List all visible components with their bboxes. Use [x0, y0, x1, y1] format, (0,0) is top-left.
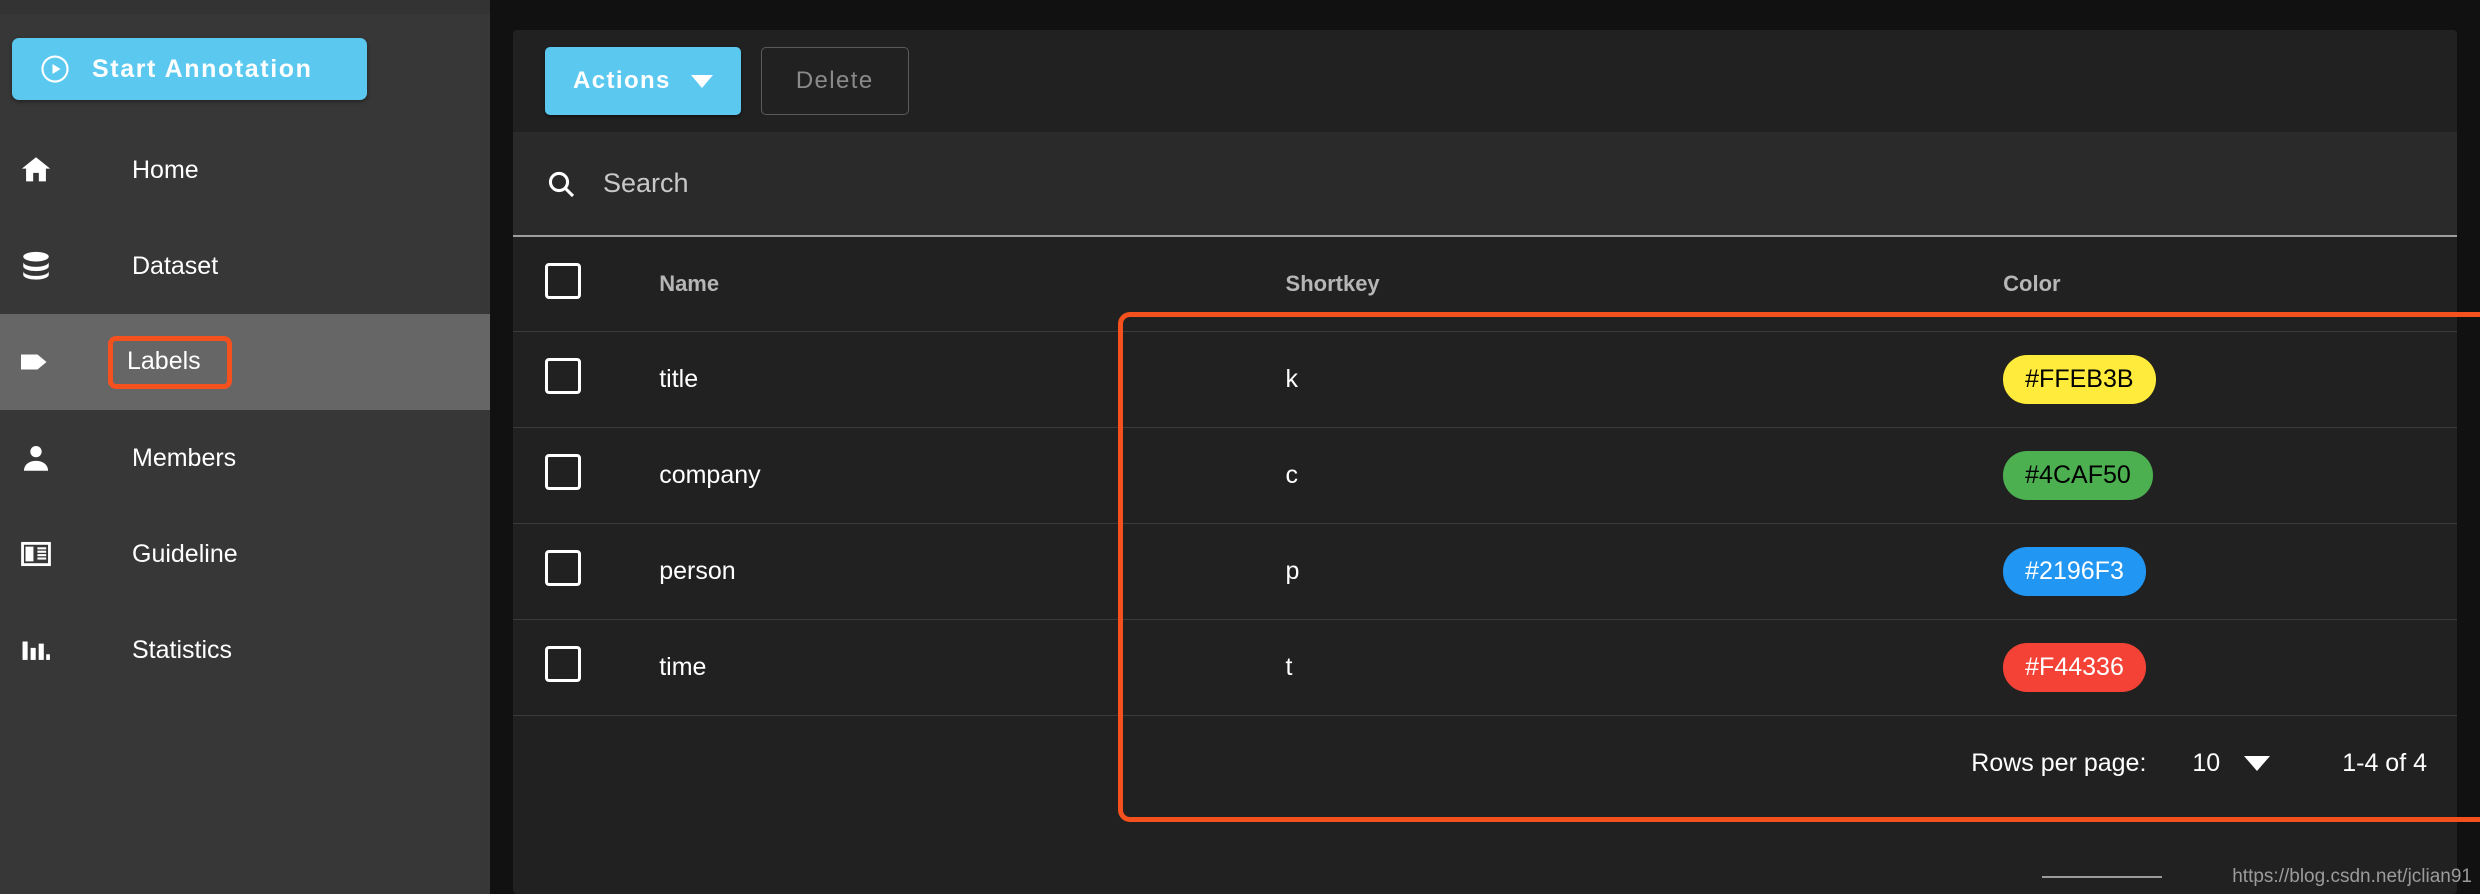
search-bar[interactable] — [513, 132, 2457, 237]
row-checkbox[interactable] — [545, 645, 581, 682]
start-annotation-label: Start Annotation — [92, 54, 313, 83]
table-row[interactable]: title k #FFEB3B — [513, 331, 2457, 428]
cell-color: #4CAF50 — [2003, 427, 2457, 524]
pagination-footer: Rows per page: 10 1-4 of 4 — [513, 716, 2457, 812]
actions-button-label: Actions — [573, 67, 671, 94]
sidebar-item-statistics[interactable]: Statistics — [0, 602, 490, 698]
search-input[interactable] — [603, 168, 1503, 199]
chevron-down-icon — [690, 74, 713, 88]
labels-card: Actions Delete Search Name Shortkey Colo… — [513, 30, 2457, 894]
table-row[interactable]: time t #F44336 — [513, 619, 2457, 716]
actions-button[interactable]: Actions — [545, 47, 741, 115]
delete-button[interactable]: Delete — [760, 47, 909, 115]
sidebar-item-members[interactable]: Members — [0, 410, 490, 506]
labels-table: Name Shortkey Color title k #FFEB3B comp… — [513, 237, 2457, 716]
sidebar-item-label: Statistics — [132, 635, 233, 664]
start-annotation-button[interactable]: Start Annotation — [12, 38, 367, 100]
rows-per-page-label: Rows per page: — [1971, 749, 2147, 777]
cell-color: #F44336 — [2003, 619, 2457, 716]
sidebar-item-label: Labels — [108, 335, 232, 389]
chevron-down-icon[interactable] — [2244, 756, 2271, 771]
cell-color: #2196F3 — [2003, 523, 2457, 620]
table-header-row: Name Shortkey Color — [513, 237, 2457, 332]
sidebar-nav: Home Dataset Labels Members Guideline St… — [0, 122, 490, 698]
tag-icon — [8, 344, 64, 380]
column-header-shortkey[interactable]: Shortkey — [1285, 237, 2004, 332]
play-circle-icon — [40, 54, 70, 84]
select-all-checkbox[interactable] — [545, 262, 581, 299]
row-select-cell — [513, 619, 632, 716]
sidebar: Start Annotation Home Dataset Labels Mem… — [0, 0, 490, 894]
cell-name: title — [631, 331, 1286, 428]
rows-per-page-value[interactable]: 10 — [2192, 749, 2220, 778]
home-icon — [8, 153, 64, 187]
sidebar-item-label: Home — [132, 155, 199, 184]
color-chip[interactable]: #FFEB3B — [2003, 354, 2156, 404]
cell-name: company — [631, 427, 1286, 524]
labels-toolbar: Actions Delete — [513, 30, 2457, 132]
cell-shortkey: c — [1285, 427, 2004, 524]
watermark-strike — [2042, 876, 2162, 878]
color-chip[interactable]: #F44336 — [2003, 642, 2146, 692]
row-select-cell — [513, 331, 632, 428]
cell-name: person — [631, 523, 1286, 620]
select-all-header — [513, 237, 632, 332]
color-chip[interactable]: #4CAF50 — [2003, 450, 2153, 500]
row-checkbox[interactable] — [545, 453, 581, 490]
sidebar-item-label: Guideline — [132, 539, 238, 568]
cell-color: #FFEB3B — [2003, 331, 2457, 428]
app-root: Start Annotation Home Dataset Labels Mem… — [0, 0, 2480, 894]
table-row[interactable]: company c #4CAF50 — [513, 427, 2457, 524]
sidebar-item-labels[interactable]: Labels — [0, 314, 490, 410]
person-icon — [8, 441, 64, 475]
database-icon — [8, 249, 64, 283]
labels-table-body: title k #FFEB3B company c #4CAF50 person… — [513, 331, 2457, 716]
cell-shortkey: k — [1285, 331, 2004, 428]
search-icon — [545, 168, 577, 200]
cell-shortkey: p — [1285, 523, 2004, 620]
sidebar-item-label: Members — [132, 443, 237, 472]
cell-name: time — [631, 619, 1286, 716]
column-header-name[interactable]: Name — [631, 237, 1286, 332]
sidebar-item-dataset[interactable]: Dataset — [0, 218, 490, 314]
sidebar-top-strip — [0, 0, 490, 14]
color-chip[interactable]: #2196F3 — [2003, 546, 2146, 596]
cell-shortkey: t — [1285, 619, 2004, 716]
book-icon — [8, 537, 64, 571]
pagination-range: 1-4 of 4 — [2342, 749, 2427, 777]
sidebar-item-guideline[interactable]: Guideline — [0, 506, 490, 602]
sidebar-item-home[interactable]: Home — [0, 122, 490, 218]
row-select-cell — [513, 523, 632, 620]
labels-table-head: Name Shortkey Color — [513, 237, 2457, 332]
column-header-color[interactable]: Color — [2003, 237, 2457, 332]
bar-chart-icon — [8, 633, 64, 667]
sidebar-item-label: Dataset — [132, 251, 219, 280]
watermark: https://blog.csdn.net/jclian91 — [2232, 866, 2472, 887]
row-checkbox[interactable] — [545, 549, 581, 586]
table-row[interactable]: person p #2196F3 — [513, 523, 2457, 620]
main-content: Actions Delete Search Name Shortkey Colo… — [490, 0, 2480, 894]
row-checkbox[interactable] — [545, 357, 581, 394]
row-select-cell — [513, 427, 632, 524]
